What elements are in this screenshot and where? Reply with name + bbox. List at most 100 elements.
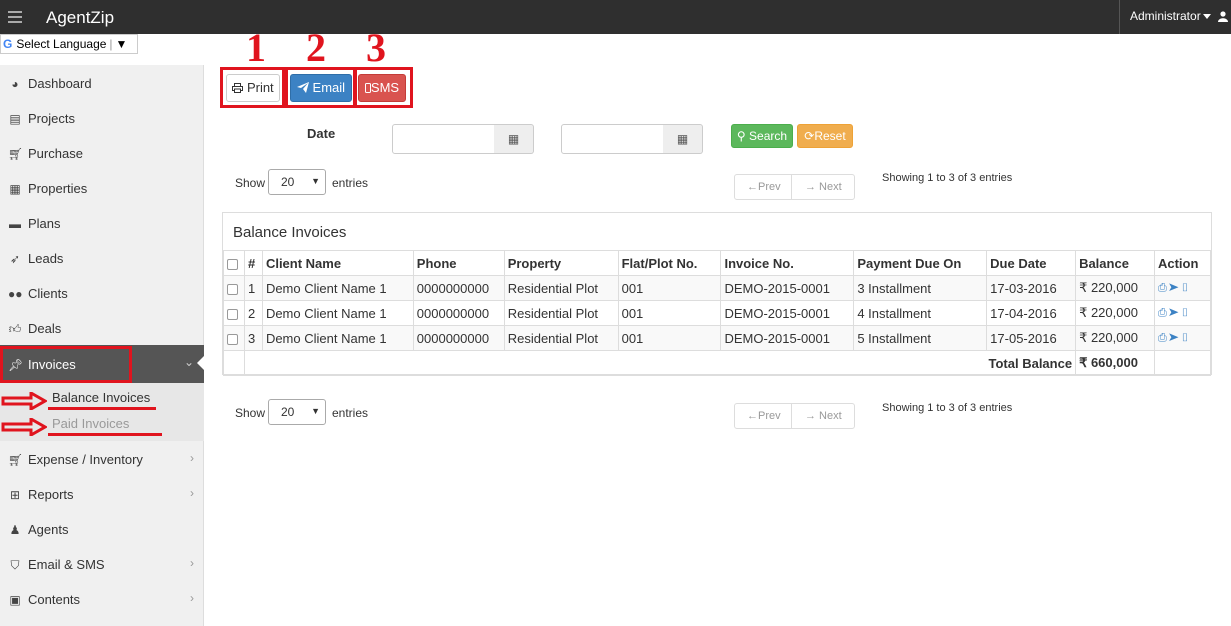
building-icon: ▦ [9, 182, 21, 196]
user-menu[interactable]: Administrator [1119, 0, 1231, 34]
row-checkbox[interactable] [223, 275, 245, 301]
language-label: Select Language [16, 37, 107, 51]
panel-title: Balance Invoices [233, 224, 347, 241]
cell-phone: 0000000000 [412, 300, 505, 326]
sidebar-item-label: Agents [28, 522, 69, 537]
calendar-icon[interactable]: ▦ [494, 124, 534, 154]
print-icon[interactable]: ⎙ [1158, 307, 1169, 319]
sidebar-item-purchase[interactable]: 🛒︎ Purchase [0, 135, 204, 170]
calendar-icon[interactable]: ▦ [663, 124, 703, 154]
column-header[interactable]: Property [503, 250, 619, 276]
cell-phone: 0000000000 [412, 275, 505, 301]
empty-cell [223, 350, 245, 376]
date-to-input[interactable] [561, 124, 664, 154]
annotation-box-invoices [0, 346, 132, 383]
page-length-select[interactable]: 20 ▼ [268, 399, 326, 425]
sidebar-item-label: Dashboard [28, 76, 92, 91]
sidebar-item-label: Leads [28, 251, 64, 266]
column-header[interactable]: # [243, 250, 263, 276]
show-label: Show [235, 176, 266, 190]
table-row: 2 Demo Client Name 1 0000000000 Resident… [223, 300, 1212, 326]
row-checkbox[interactable] [223, 325, 245, 351]
cell-balance: ₹ 220,000 [1075, 325, 1155, 351]
cell-client: Demo Client Name 1 [261, 300, 414, 326]
column-header[interactable]: Flat/Plot No. [617, 250, 722, 276]
column-header[interactable]: Due Date [986, 250, 1077, 276]
mobile-icon[interactable]: ▯ [1181, 332, 1191, 344]
cell-plot: 001 [617, 300, 722, 326]
sidebar-item-label: Contents [28, 592, 81, 607]
cell-number: 3 [243, 325, 263, 351]
cell-number: 2 [243, 300, 263, 326]
row-checkbox[interactable] [223, 300, 245, 326]
cell-invoice: DEMO-2015-0001 [720, 300, 855, 326]
send-icon[interactable]: ➤ [1169, 307, 1181, 319]
search-button[interactable]: ⚲ Search [731, 124, 793, 148]
sidebar-item-label: Expense / Inventory [28, 452, 143, 467]
language-selector[interactable]: G Select Language | ▼ [0, 34, 138, 54]
column-header[interactable]: Client Name [261, 250, 414, 276]
send-icon[interactable]: ➤ [1169, 282, 1181, 294]
sidebar-item-label: Email & SMS [28, 557, 105, 572]
sidebar-item-properties[interactable]: ▦ Properties [0, 170, 204, 205]
submenu-balance-invoices[interactable]: Balance Invoices [52, 390, 150, 405]
reset-button[interactable]: ⟳Reset [797, 124, 853, 148]
page-length-value: 20 [281, 405, 295, 419]
sidebar-item-reports[interactable]: ⊞ Reports › [0, 476, 204, 511]
menu-toggle-icon[interactable] [8, 11, 22, 23]
sidebar-item-clients[interactable]: ●● Clients [0, 275, 204, 310]
cell-plot: 001 [617, 275, 722, 301]
prev-button[interactable]: ←Prev [747, 181, 781, 193]
chevron-right-icon: › [190, 451, 194, 465]
annotation-number-2: 2 [306, 25, 326, 70]
cell-balance: ₹ 220,000 [1075, 300, 1155, 326]
cell-phone: 0000000000 [412, 325, 505, 351]
search-icon: ⚲ [736, 129, 746, 143]
print-icon[interactable]: ⎙ [1158, 282, 1169, 294]
column-header[interactable]: Invoice No. [720, 250, 855, 276]
chevron-right-icon: › [190, 486, 194, 500]
print-icon[interactable]: ⎙ [1158, 332, 1169, 344]
annotation-arrow-icon [1, 418, 47, 436]
sidebar-item-leads[interactable]: ➶ Leads [0, 240, 204, 275]
cell-client: Demo Client Name 1 [261, 325, 414, 351]
page-length-select[interactable]: 20 ▼ [268, 169, 326, 195]
annotation-underline [48, 407, 156, 410]
user-icon [1218, 11, 1229, 23]
annotation-box-email [285, 67, 356, 108]
newspaper-icon: ▣ [9, 593, 21, 607]
sidebar-item-expense-inventory[interactable]: 🛒︎ Expense / Inventory › [0, 441, 204, 476]
sidebar-item-label: Projects [28, 111, 75, 126]
cell-property: Residential Plot [503, 325, 619, 351]
cell-due-on: 4 Installment [853, 300, 988, 326]
mobile-icon[interactable]: ▯ [1181, 282, 1191, 294]
cart-icon: 🛒︎ [8, 147, 24, 161]
select-all-checkbox[interactable] [223, 250, 245, 276]
sidebar-item-contents[interactable]: ▣ Contents › [0, 581, 204, 616]
total-label: Total Balance [243, 350, 1077, 376]
column-header[interactable]: Balance [1075, 250, 1155, 276]
next-button[interactable]: → Next [805, 181, 842, 193]
sidebar-item-agents[interactable]: ♟ Agents [0, 511, 204, 546]
submenu-paid-invoices[interactable]: Paid Invoices [52, 416, 129, 431]
column-header[interactable]: Phone [412, 250, 505, 276]
shield-icon: ⛉ [10, 558, 20, 572]
mobile-icon[interactable]: ▯ [1181, 307, 1191, 319]
sidebar-item-projects[interactable]: ▤ Projects [0, 100, 204, 135]
cell-due-date: 17-04-2016 [986, 300, 1077, 326]
sidebar-item-plans[interactable]: ▬ Plans [0, 205, 204, 240]
sidebar-item-email-sms[interactable]: ⛉ Email & SMS › [0, 546, 204, 581]
date-from-input[interactable] [392, 124, 495, 154]
brand-title[interactable]: AgentZip [46, 8, 114, 28]
cell-plot: 001 [617, 325, 722, 351]
cell-due-date: 17-05-2016 [986, 325, 1077, 351]
prev-button[interactable]: ←Prev [747, 410, 781, 422]
sidebar-item-dashboard[interactable]: ◕ Dashboard [0, 65, 204, 100]
sidebar-item-deals[interactable]: 👍︎ Deals [0, 310, 204, 345]
next-button[interactable]: → Next [805, 410, 842, 422]
thumbs-up-icon: 👍︎ [8, 322, 22, 336]
cell-number: 1 [243, 275, 263, 301]
active-indicator [197, 355, 205, 371]
column-header[interactable]: Payment Due On [853, 250, 988, 276]
send-icon[interactable]: ➤ [1169, 332, 1181, 344]
